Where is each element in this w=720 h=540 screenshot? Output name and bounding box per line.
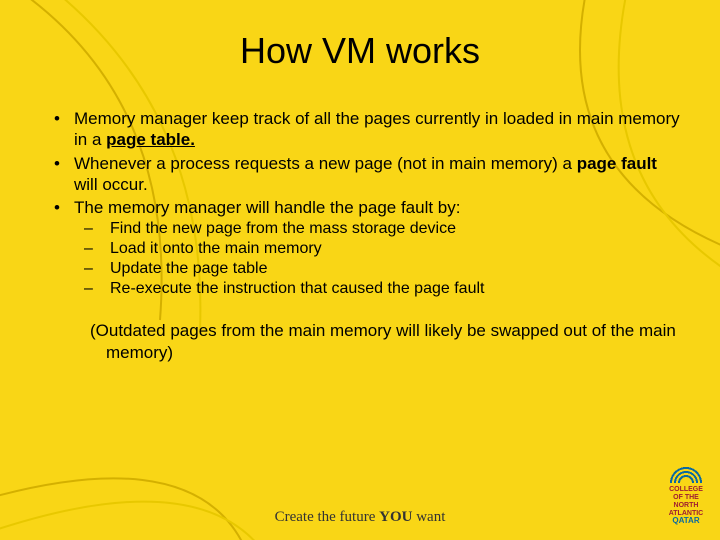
list-item: –Load it onto the main memory: [74, 240, 680, 258]
bullet-mark: •: [40, 197, 74, 218]
slide-content: How VM works • Memory manager keep track…: [0, 0, 720, 363]
dash-mark: –: [74, 220, 110, 238]
list-item: –Update the page table: [74, 260, 680, 278]
college-logo: COLLEGE OF THE NORTH ATLANTIC QATAR: [666, 461, 706, 526]
dash-mark: –: [74, 260, 110, 278]
wave-icon: [666, 461, 706, 483]
list-item: • Whenever a process requests a new page…: [40, 153, 680, 196]
bullet-text: The memory manager will handle the page …: [74, 197, 680, 218]
sub-list: –Find the new page from the mass storage…: [40, 220, 680, 298]
note-text: (Outdated pages from the main memory wil…: [56, 320, 680, 363]
bullet-text: Whenever a process requests a new page (…: [74, 153, 680, 196]
dash-mark: –: [74, 280, 110, 298]
list-item: • The memory manager will handle the pag…: [40, 197, 680, 218]
tagline: Create the future YOU want: [0, 509, 720, 526]
list-item: • Memory manager keep track of all the p…: [40, 108, 680, 151]
bullet-list: • Memory manager keep track of all the p…: [40, 108, 680, 218]
bullet-mark: •: [40, 153, 74, 196]
bullet-mark: •: [40, 108, 74, 151]
dash-mark: –: [74, 240, 110, 258]
bullet-text: Memory manager keep track of all the pag…: [74, 108, 680, 151]
list-item: –Find the new page from the mass storage…: [74, 220, 680, 238]
list-item: –Re-execute the instruction that caused …: [74, 280, 680, 298]
slide-title: How VM works: [40, 30, 680, 72]
